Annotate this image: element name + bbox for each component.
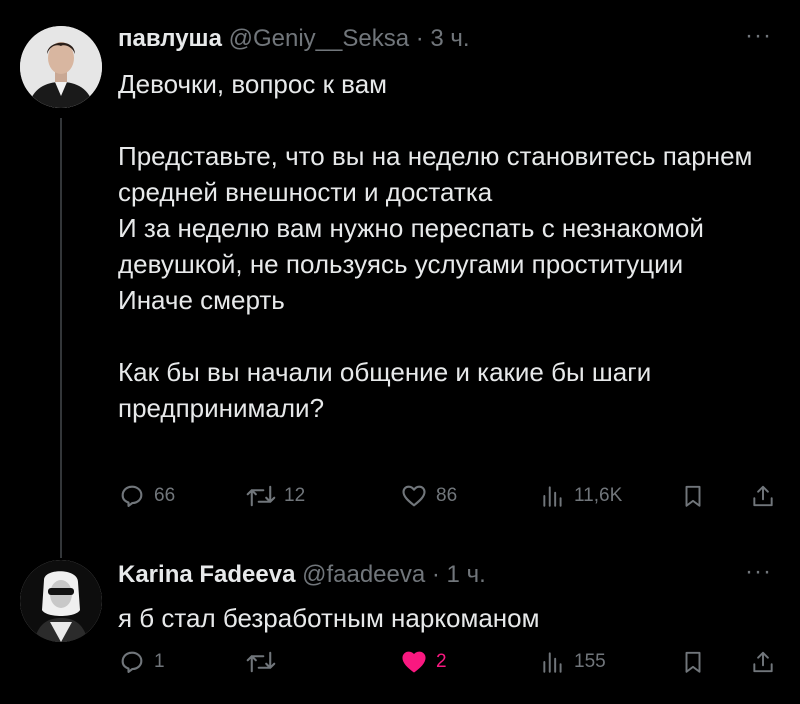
like-count: 86 [436,485,458,506]
bookmark-button[interactable] [680,648,706,676]
author-handle[interactable]: @faadeeva [302,561,425,588]
reply-count: 1 [154,651,165,672]
reply-button[interactable]: 1 [118,648,165,676]
avatar[interactable] [20,26,102,108]
tweet-text: Девочки, вопрос к вам Представьте, что в… [118,69,753,423]
separator-dot: · [409,25,431,52]
tweet-actions: 1 2 155 [118,648,788,682]
reply-icon [121,651,143,673]
tweet-text: я б стал безработным наркоманом [118,603,540,633]
more-icon[interactable]: ··· [745,22,772,50]
avatar[interactable] [20,560,102,642]
like-icon [402,485,426,507]
like-icon [402,651,426,673]
bookmark-icon [685,485,701,507]
like-button[interactable]: 86 [400,482,457,510]
share-button[interactable] [750,648,776,676]
tweet-reply[interactable]: Karina Fadeeva @faadeeva · 1 ч. ··· я б … [0,550,800,704]
tweet-main[interactable]: павлуша @Geniy__Seksa · 3 ч. ··· Девочки… [0,0,800,550]
separator-dot: · [425,561,447,588]
repost-count: 12 [284,485,306,506]
like-count: 2 [436,651,447,672]
tweet-header: павлуша @Geniy__Seksa · 3 ч. [118,24,470,54]
author-name[interactable]: павлуша [118,25,222,52]
views-icon [543,486,562,507]
share-button[interactable] [750,482,776,510]
share-icon [753,485,773,507]
tweet-actions: 66 12 86 11,6K [118,482,788,516]
timestamp[interactable]: 1 ч. [447,561,486,588]
timestamp[interactable]: 3 ч. [430,25,469,52]
repost-icon [246,485,276,507]
author-name[interactable]: Karina Fadeeva [118,561,295,588]
views-button[interactable]: 11,6K [540,482,622,510]
repost-icon [246,651,276,673]
more-icon[interactable]: ··· [745,558,772,586]
avatar-photo [20,26,102,108]
bookmark-icon [685,651,701,673]
like-button[interactable]: 2 [400,648,447,676]
repost-button[interactable]: 12 [246,482,305,510]
tweet-header: Karina Fadeeva @faadeeva · 1 ч. [118,560,486,590]
views-icon [543,652,562,673]
reply-button[interactable]: 66 [118,482,175,510]
reply-count: 66 [154,485,176,506]
bookmark-button[interactable] [680,482,706,510]
share-icon [753,651,773,673]
author-handle[interactable]: @Geniy__Seksa [229,25,409,52]
avatar-photo [20,560,102,642]
views-button[interactable]: 155 [540,648,606,676]
views-count: 155 [574,651,606,672]
repost-button[interactable] [246,648,284,676]
views-count: 11,6K [574,485,623,506]
reply-icon [121,485,143,507]
